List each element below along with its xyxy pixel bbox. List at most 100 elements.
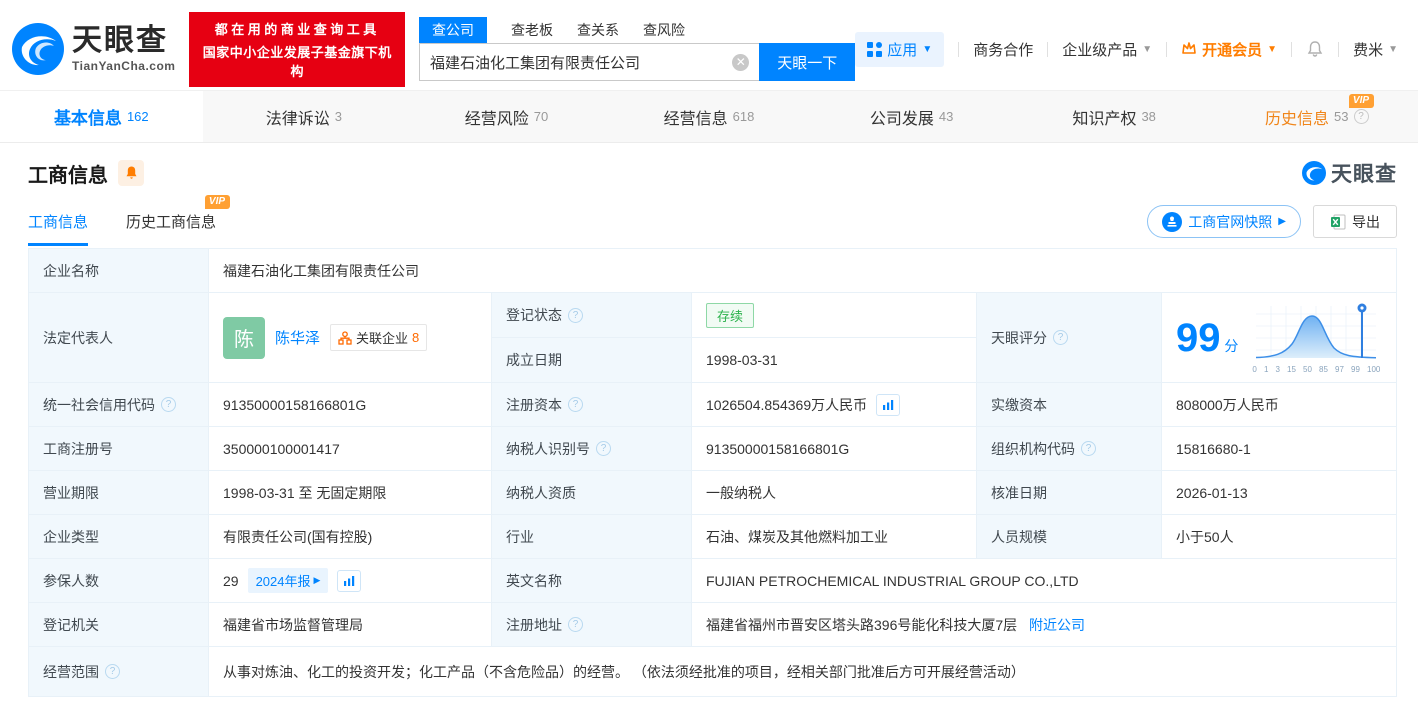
paid-capital-label: 实缴资本	[976, 382, 1162, 427]
chevron-down-icon: ▼	[1267, 43, 1278, 55]
reg-authority-label: 登记机关	[28, 602, 209, 647]
tab-company-development[interactable]: 公司发展 43	[810, 91, 1013, 142]
subtab-business-info[interactable]: 工商信息	[28, 211, 89, 246]
help-icon[interactable]	[568, 397, 583, 412]
credit-code-label: 统一社会信用代码	[43, 396, 155, 413]
tab-count: 3	[334, 109, 342, 124]
help-icon[interactable]	[161, 397, 176, 412]
bar-chart-icon	[882, 399, 893, 410]
table-row: 经营范围 从事对炼油、化工的投资开发；化工产品（不含危险品）的经营。 （依法须经…	[28, 646, 1397, 697]
establish-date-label: 成立日期	[491, 337, 692, 383]
nearby-companies-link[interactable]: 附近公司	[1029, 617, 1085, 633]
chevron-down-icon: ▼	[1142, 43, 1153, 55]
capital-trend-button[interactable]	[876, 393, 901, 416]
tab-label: 基本信息	[53, 109, 122, 128]
legal-rep-cell: 陈 陈华泽 关联企业 8	[208, 292, 492, 383]
taxpayer-id-label: 纳税人识别号	[506, 440, 590, 457]
company-name-label: 企业名称	[28, 248, 209, 293]
slogan-line2: 国家中小企业发展子基金旗下机构	[202, 44, 392, 79]
table-row: 营业期限 1998-03-31 至 无固定期限 纳税人资质 一般纳税人 核准日期…	[28, 470, 1397, 515]
help-icon[interactable]	[1353, 109, 1369, 124]
stamp-icon	[1162, 211, 1183, 232]
reg-capital-value: 1026504.854369万人民币	[706, 396, 868, 413]
chevron-right-icon: ▶	[313, 575, 321, 585]
score-cell[interactable]: 99 分 0 1 3 15 50 85 97 99 100	[1161, 292, 1397, 383]
tianyancha-watermark: 天眼查	[1302, 158, 1397, 188]
export-button[interactable]: 导出	[1313, 205, 1397, 238]
vip-badge: VIP	[1348, 94, 1375, 108]
insured-trend-button[interactable]	[337, 569, 362, 592]
help-icon[interactable]	[1081, 441, 1096, 456]
username: 费米	[1353, 41, 1384, 59]
reg-status-label-cell: 登记状态	[491, 292, 692, 338]
notification-bell[interactable]	[1306, 40, 1324, 58]
annual-report-label: 2024年报	[255, 574, 311, 589]
english-name-label: 英文名称	[491, 558, 692, 603]
help-icon[interactable]	[1053, 330, 1068, 345]
apps-menu[interactable]: 应用 ▼	[855, 31, 945, 67]
search-input[interactable]	[429, 53, 733, 71]
score-label: 天眼评分	[991, 329, 1047, 346]
tab-legal-proceedings[interactable]: 法律诉讼 3	[203, 91, 406, 142]
tab-count: 38	[1141, 109, 1156, 124]
search-tab-company[interactable]: 查公司	[418, 17, 487, 43]
bell-icon	[1307, 41, 1323, 57]
clear-search-icon[interactable]: ✕	[732, 53, 750, 71]
related-companies-badge[interactable]: 关联企业 8	[330, 324, 428, 351]
user-menu[interactable]: 费米 ▼	[1353, 39, 1398, 60]
org-code-label: 组织机构代码	[991, 440, 1075, 457]
table-row: 登记机关 福建省市场监督管理局 注册地址 福建省福州市晋安区塔头路396号能化科…	[28, 602, 1397, 647]
status-badge: 存续	[706, 302, 755, 328]
business-info-section: 工商信息 天眼查 工商信息 VIP 历史工商信息 工商官网快照 ▶ 导出 企业名…	[0, 158, 1418, 697]
approval-date-value: 2026-01-13	[1161, 470, 1397, 515]
help-icon[interactable]	[568, 617, 583, 632]
subtab-history-business-info[interactable]: VIP 历史工商信息	[126, 195, 231, 246]
establish-date-value: 1998-03-31	[691, 337, 977, 383]
tianyancha-logo[interactable]: 天眼查 TianYanCha.com	[12, 23, 175, 75]
org-code-label-cell: 组织机构代码	[976, 426, 1162, 471]
legal-rep-name-link[interactable]: 陈华泽	[275, 327, 320, 348]
tab-label: 经营信息	[663, 110, 728, 128]
approval-date-label: 核准日期	[976, 470, 1162, 515]
official-snapshot-button[interactable]: 工商官网快照 ▶	[1147, 205, 1301, 238]
business-cooperation-link[interactable]: 商务合作	[973, 39, 1033, 60]
search-tabs: 查公司 查老板 查关系 查风险	[418, 17, 855, 43]
reg-address-cell: 福建省福州市晋安区塔头路396号能化科技大厦7层 附近公司	[691, 602, 1397, 647]
tab-label: 知识产权	[1072, 110, 1137, 128]
search-area: 查公司 查老板 查关系 查风险 ✕ 天眼一下	[418, 17, 856, 81]
help-icon[interactable]	[568, 307, 583, 323]
reg-status-label: 登记状态	[506, 307, 562, 323]
legal-rep-label: 法定代表人	[28, 292, 209, 383]
company-type-label: 企业类型	[28, 514, 209, 559]
enterprise-product-menu[interactable]: 企业级产品 ▼	[1062, 39, 1152, 60]
annual-report-tag[interactable]: 2024年报 ▶	[247, 568, 329, 593]
divider	[1047, 41, 1049, 57]
tab-intellectual-property[interactable]: 知识产权 38	[1013, 91, 1216, 142]
help-icon[interactable]	[596, 441, 611, 456]
reg-status-value: 存续	[691, 292, 977, 338]
avatar[interactable]: 陈	[223, 316, 265, 359]
tab-label: 经营风险	[464, 110, 529, 128]
search-tab-relation[interactable]: 查关系	[577, 17, 619, 43]
search-tab-risk[interactable]: 查风险	[643, 17, 685, 43]
search-box: ✕	[418, 43, 760, 81]
help-icon[interactable]	[105, 664, 120, 679]
subscribe-bell-button[interactable]	[118, 160, 144, 186]
tab-basic-info[interactable]: 基本信息 162	[0, 91, 203, 142]
logo-domain: TianYanCha.com	[72, 59, 176, 73]
tab-operating-risk[interactable]: 经营风险 70	[405, 91, 608, 142]
business-scope-label-cell: 经营范围	[28, 646, 209, 697]
search-button[interactable]: 天眼一下	[759, 43, 856, 81]
company-section-tabs: 基本信息 162 法律诉讼 3 经营风险 70 经营信息 618 公司发展 43…	[0, 91, 1418, 143]
tab-count: 618	[732, 109, 755, 124]
tab-history-info[interactable]: VIP 历史信息 53	[1215, 91, 1418, 142]
score-axis-labels: 01 3 15 50 85 97 99 100	[1252, 364, 1381, 374]
table-row: 企业类型 有限责任公司(国有控股) 行业 石油、煤炭及其他燃料加工业 人员规模 …	[28, 514, 1397, 559]
taxpayer-quality-label: 纳税人资质	[491, 470, 692, 515]
tab-operating-info[interactable]: 经营信息 618	[608, 91, 811, 142]
search-tab-boss[interactable]: 查老板	[511, 17, 553, 43]
taxpayer-id-label-cell: 纳税人识别号	[491, 426, 692, 471]
open-vip-menu[interactable]: 开通会员 ▼	[1181, 39, 1277, 60]
tab-count: 70	[533, 109, 549, 124]
company-name-value: 福建石油化工集团有限责任公司	[208, 248, 1397, 293]
